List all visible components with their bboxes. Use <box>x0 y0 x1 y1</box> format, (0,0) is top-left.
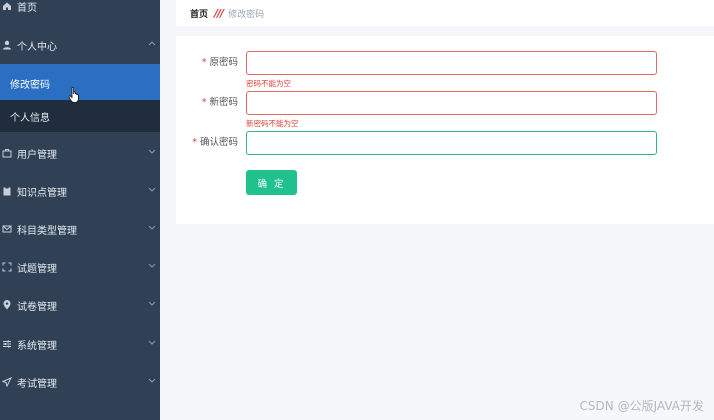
old-password-label: * 原密码 <box>201 57 238 68</box>
sidebar-item-label: 考试管理 <box>17 378 57 390</box>
chevron-down-icon <box>148 186 156 197</box>
breadcrumb-separator-icon: /// <box>214 6 224 20</box>
new-password-error: 新密码不能为空 <box>246 119 299 128</box>
hand-cursor-icon <box>68 86 79 103</box>
send-icon <box>0 375 14 389</box>
sidebar-item-personal-info[interactable]: 个人信息 <box>0 100 160 132</box>
required-mark: * <box>192 137 197 148</box>
new-password-row: * 新密码 <box>176 91 714 115</box>
chevron-down-icon <box>148 339 156 350</box>
breadcrumb-home[interactable]: 首页 <box>190 7 208 20</box>
breadcrumb-current: 修改密码 <box>228 9 265 20</box>
watermark: CSDN @公版JAVA开发 <box>579 399 704 413</box>
required-mark: * <box>201 97 207 108</box>
sidebar-item-label: 科目类型管理 <box>17 225 77 237</box>
sidebar-item-home[interactable]: 首页 <box>0 0 160 25</box>
old-password-input[interactable] <box>246 51 657 75</box>
sidebar-item-label: 首页 <box>17 2 37 14</box>
chevron-down-icon <box>148 148 156 159</box>
sidebar-item-knowledge-management[interactable]: 知识点管理 <box>0 172 160 210</box>
sidebar-item-label: 系统管理 <box>17 340 57 352</box>
sidebar-item-label: 知识点管理 <box>17 187 67 199</box>
new-password-label: * 新密码 <box>201 97 238 108</box>
sidebar-item-paper-management[interactable]: 试卷管理 <box>0 286 160 324</box>
sidebar-item-label: 试卷管理 <box>17 301 57 313</box>
sidebar-item-label: 个人信息 <box>10 112 50 124</box>
submit-button[interactable]: 确 定 <box>246 170 297 195</box>
sidebar-item-label: 个人中心 <box>17 41 57 53</box>
confirm-password-label: * 确认密码 <box>192 137 238 148</box>
sidebar: 首页 个人中心 修改密码 个人信息 用户管理 知识点管理 科目类型管理 试题管理… <box>0 0 160 420</box>
old-password-row: * 原密码 <box>176 51 714 75</box>
confirm-password-input[interactable] <box>246 131 657 155</box>
required-mark: * <box>201 57 207 68</box>
clipboard-icon <box>0 184 14 198</box>
chevron-down-icon <box>148 300 156 311</box>
breadcrumb: 首页 /// 修改密码 <box>176 0 714 26</box>
expand-icon <box>0 260 14 274</box>
chevron-down-icon <box>148 262 156 273</box>
sidebar-item-label: 试题管理 <box>17 263 57 275</box>
sidebar-item-user-management[interactable]: 用户管理 <box>0 134 160 172</box>
briefcase-icon <box>0 146 14 160</box>
new-password-input[interactable] <box>246 91 657 115</box>
sidebar-item-label: 修改密码 <box>10 79 50 91</box>
sliders-icon <box>0 337 14 351</box>
change-password-form: * 原密码 密码不能为空 * 新密码 新密码不能为空 * 确认密码 确 定 <box>176 36 714 224</box>
chevron-down-icon <box>148 377 156 388</box>
location-icon <box>0 298 14 312</box>
home-icon <box>0 0 14 13</box>
chevron-up-icon <box>148 40 156 51</box>
user-icon <box>0 38 14 52</box>
sidebar-item-system-management[interactable]: 系统管理 <box>0 325 160 363</box>
confirm-password-row: * 确认密码 <box>176 131 714 155</box>
chevron-down-icon <box>148 224 156 235</box>
old-password-error: 密码不能为空 <box>246 79 291 88</box>
sidebar-item-exam-management[interactable]: 考试管理 <box>0 363 160 401</box>
sidebar-item-personal-center[interactable]: 个人中心 <box>0 26 160 64</box>
sidebar-item-question-management[interactable]: 试题管理 <box>0 248 160 286</box>
mail-icon <box>0 222 14 236</box>
sidebar-item-subject-type-management[interactable]: 科目类型管理 <box>0 210 160 248</box>
sidebar-item-label: 用户管理 <box>17 149 57 161</box>
